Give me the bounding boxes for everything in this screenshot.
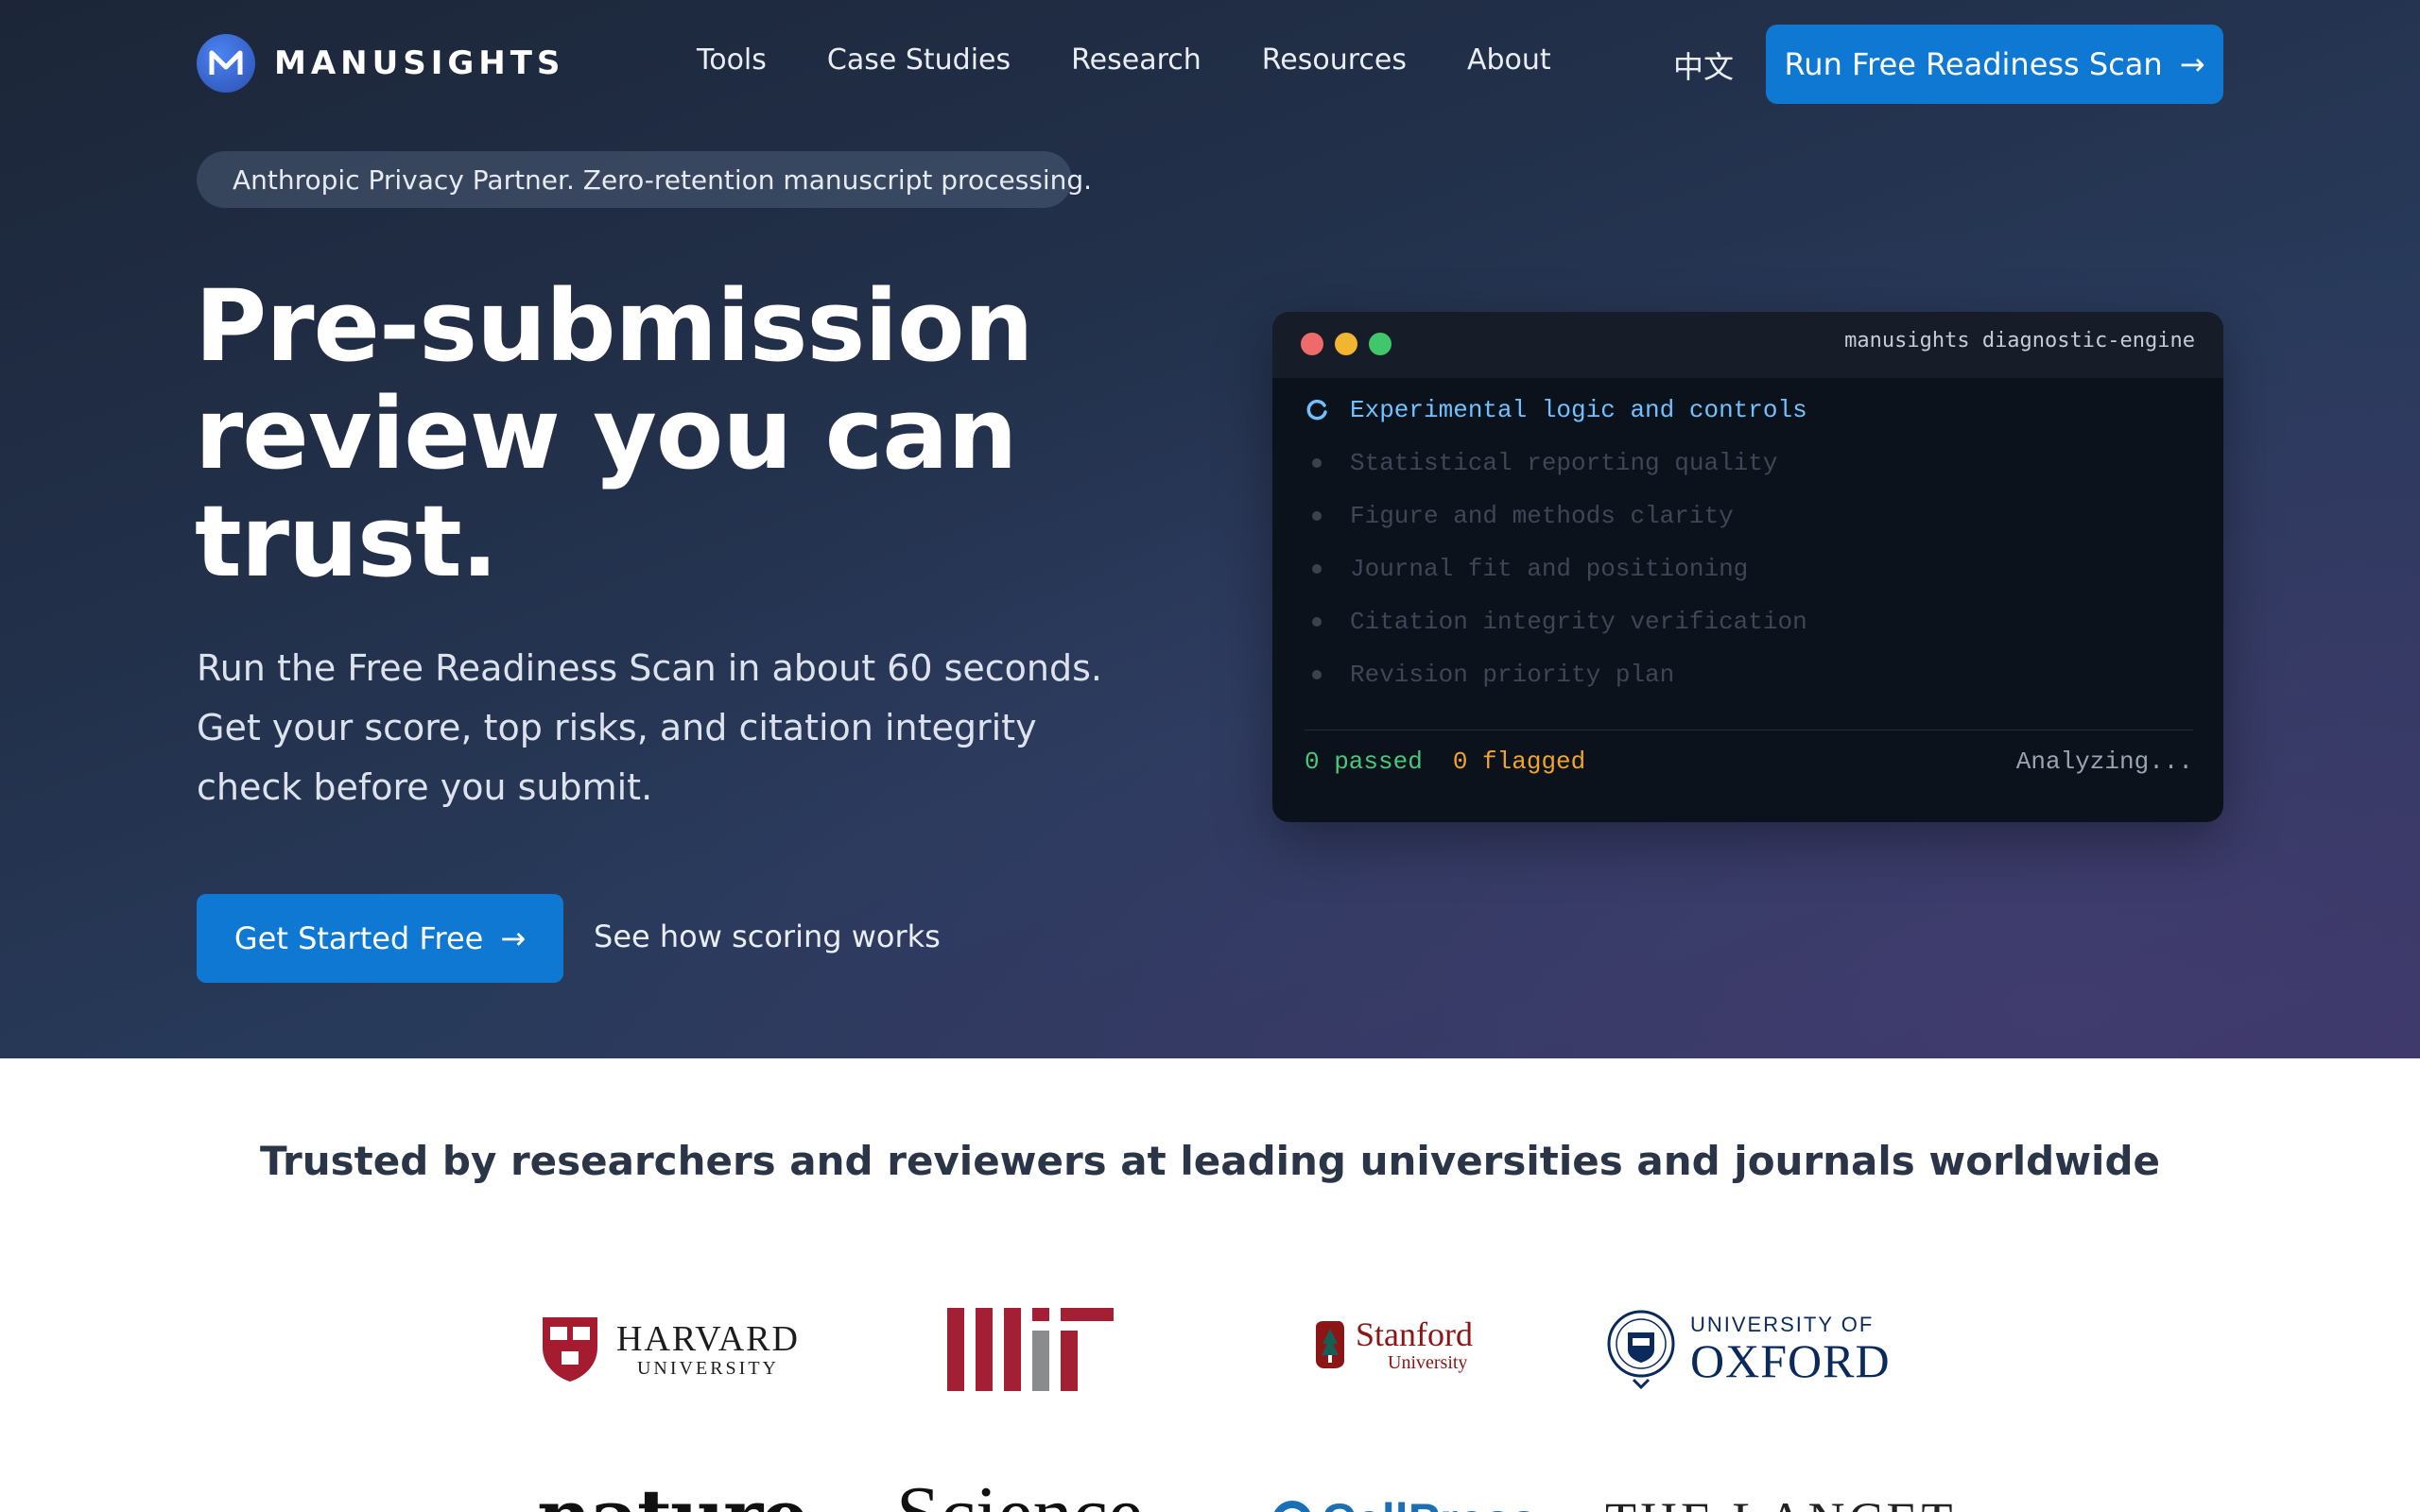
privacy-badge-text: Anthropic Privacy Partner. Zero-retentio… xyxy=(233,163,1093,196)
stanford-name: Stanford xyxy=(1356,1315,1473,1353)
terminal-body: Experimental logic and controls Statisti… xyxy=(1272,378,2223,822)
check-item: Figure and methods clarity xyxy=(1305,497,1734,535)
terminal-title: manusights diagnostic-engine xyxy=(1844,329,2195,352)
oxford-logo: UNIVERSITY OF OXFORD xyxy=(1605,1306,1891,1391)
check-item-label: Statistical reporting quality xyxy=(1350,449,1778,477)
headline-line-2: review you can xyxy=(195,376,1017,491)
pending-dot-icon xyxy=(1305,610,1329,634)
cellpress-name: CellPress xyxy=(1322,1493,1537,1512)
check-item-label: Figure and methods clarity xyxy=(1350,502,1734,530)
privacy-badge: Anthropic Privacy Partner. Zero-retentio… xyxy=(197,151,1092,208)
check-item-label: Revision priority plan xyxy=(1350,661,1675,689)
nav-research[interactable]: Research xyxy=(1071,43,1201,77)
diagnostic-terminal: manusights diagnostic-engine Experimenta… xyxy=(1272,312,2223,822)
headline-line-3: trust. xyxy=(195,484,498,599)
run-free-scan-button[interactable]: Run Free Readiness Scan → xyxy=(1766,25,2223,104)
headline-line-1: Pre-submission xyxy=(195,268,1034,384)
language-switch[interactable]: 中文 xyxy=(1673,43,1734,87)
stanford-logo: Stanford University xyxy=(1312,1317,1473,1372)
terminal-footer: 0 passed 0 flagged Analyzing... xyxy=(1305,743,2193,781)
science-logo: Science xyxy=(896,1469,1143,1512)
nature-logo: nature xyxy=(537,1472,809,1512)
window-close-dot-icon xyxy=(1301,333,1323,355)
harvard-shield-icon xyxy=(543,1317,597,1382)
get-started-button[interactable]: Get Started Free → xyxy=(197,894,563,983)
nav-tools[interactable]: Tools xyxy=(697,43,767,77)
logo-m-icon xyxy=(197,34,255,93)
window-maximize-dot-icon xyxy=(1369,333,1392,355)
window-minimize-dot-icon xyxy=(1335,333,1357,355)
spinner-icon xyxy=(1305,398,1329,422)
harvard-subname: UNIVERSITY xyxy=(636,1358,779,1379)
harvard-name: HARVARD xyxy=(616,1319,800,1359)
check-item: Statistical reporting quality xyxy=(1305,444,1777,482)
pending-dot-icon xyxy=(1305,557,1329,581)
nav-case-studies[interactable]: Case Studies xyxy=(827,43,1011,77)
check-item-label: Citation integrity verification xyxy=(1350,608,1807,636)
nav-about[interactable]: About xyxy=(1467,43,1551,77)
pending-dot-icon xyxy=(1305,504,1329,528)
cellpress-logo: CellPress xyxy=(1272,1493,1537,1512)
stanford-tree-icon xyxy=(1316,1321,1344,1368)
check-item-label: Experimental logic and controls xyxy=(1350,396,1807,424)
hero-subtext: Run the Free Readiness Scan in about 60 … xyxy=(197,647,1103,808)
cellpress-mark-icon xyxy=(1272,1501,1312,1512)
oxford-seal-icon xyxy=(1607,1310,1675,1390)
check-item: Citation integrity verification xyxy=(1305,603,1807,641)
arrow-right-icon: → xyxy=(2179,46,2205,82)
check-item-label: Journal fit and positioning xyxy=(1350,555,1749,583)
hero-section: MANUSIGHTS Tools Case Studies Research R… xyxy=(0,0,2420,1058)
check-item: Experimental logic and controls xyxy=(1305,391,1807,429)
flagged-count: 0 flagged xyxy=(1452,747,1586,776)
pending-dot-icon xyxy=(1305,662,1329,687)
oxford-name: OXFORD xyxy=(1690,1334,1891,1387)
see-scoring-link[interactable]: See how scoring works xyxy=(594,919,941,954)
check-item: Journal fit and positioning xyxy=(1305,550,1748,588)
analysis-status: Analyzing... xyxy=(2015,747,2193,776)
trusted-title: Trusted by researchers and reviewers at … xyxy=(259,1138,2160,1184)
brand-name: MANUSIGHTS xyxy=(274,44,565,82)
arrow-right-icon: → xyxy=(500,920,527,956)
mit-logo xyxy=(947,1308,1114,1391)
run-free-scan-label: Run Free Readiness Scan xyxy=(1784,46,2163,82)
main-nav: Tools Case Studies Research Resources Ab… xyxy=(697,43,1551,77)
stanford-subname: University xyxy=(1388,1352,1468,1373)
lancet-logo: THE LANCET xyxy=(1605,1491,1956,1512)
pending-dot-icon xyxy=(1305,451,1329,475)
terminal-titlebar: manusights diagnostic-engine xyxy=(1272,312,2223,378)
brand-logo[interactable]: MANUSIGHTS xyxy=(197,34,564,93)
get-started-label: Get Started Free xyxy=(233,920,484,956)
check-item: Revision priority plan xyxy=(1305,656,1674,694)
harvard-logo: HARVARD UNIVERSITY xyxy=(541,1315,800,1383)
nav-resources[interactable]: Resources xyxy=(1262,43,1407,77)
passed-count: 0 passed xyxy=(1305,747,1423,776)
hero-headline: Pre-submission review you can trust. xyxy=(195,272,1235,595)
